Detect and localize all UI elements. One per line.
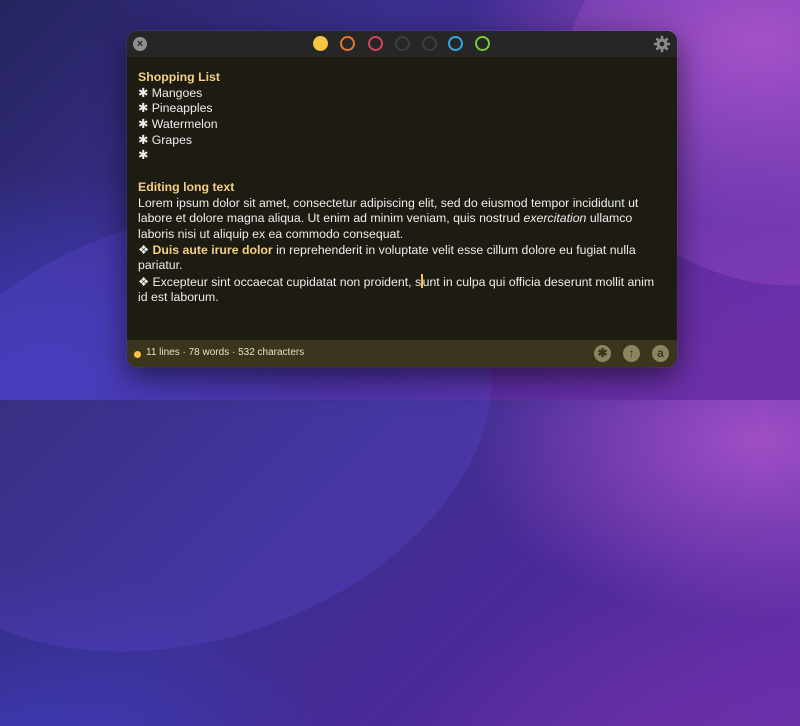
color-dot-orange[interactable] [340,36,355,51]
status-counts: 11 lines · 78 words · 532 characters [146,347,305,358]
note-window: × Shopping List ✱ Mangoes ✱ Pineapples ✱… [127,31,677,367]
paragraph-text: labore et dolore magna aliqua. Ut enim a… [138,211,521,226]
bullet-icon: ✱ [138,148,149,163]
paragraph-text: unt in culpa qui officia deserunt mollit… [422,274,655,289]
note-editor[interactable]: Shopping List ✱ Mangoes ✱ Pineapples ✱ W… [138,70,663,305]
bold-text: Duis aute irure dolor [152,242,273,257]
status-color-dot [134,351,141,358]
list-item-label: Watermelon [151,117,218,132]
status-bar: 11 lines · 78 words · 532 characters ✱ ↑… [127,340,677,367]
color-dot-dark-gray[interactable] [395,36,410,51]
paragraph-line: ❖ Excepteur sint occaecat cupidatat non … [138,273,663,290]
list-item-label: Mangoes [151,85,203,100]
paragraph-line: ❖ Duis aute irure dolor in reprehenderit… [138,243,663,259]
color-dot-green[interactable] [475,36,490,51]
list-item: ✱ [138,148,663,164]
italic-text: exercitation [523,211,587,226]
font-button[interactable]: a [652,345,669,362]
paragraph-line: id est laborum. [138,289,219,304]
color-dot-red[interactable] [368,36,383,51]
paragraph-line: labore et dolore magna aliqua. Ut enim a… [138,211,663,227]
bullet-icon: ✱ [138,117,149,132]
color-dot-yellow[interactable] [313,36,328,51]
paragraph-text: Excepteur sint occaecat cupidatat non pr… [152,274,422,289]
color-dot-dark-gray-2[interactable] [422,36,437,51]
diamond-icon: ❖ [138,242,150,257]
list-item-label: Grapes [151,132,193,147]
close-icon[interactable]: × [133,37,147,51]
editing-heading: Editing long text [138,179,235,194]
list-item: ✱ Watermelon [138,117,663,133]
share-button[interactable]: ↑ [623,345,640,362]
paragraph-line: Lorem ipsum dolor sit amet, consectetur … [138,195,639,210]
paragraph-text: ullamco [586,211,633,226]
gear-icon[interactable] [653,35,671,53]
paragraph-line: laboris nisi ut aliquip ex ea commodo co… [138,226,404,241]
bullet-icon: ✱ [138,101,149,116]
list-item: ✱ Mangoes [138,86,663,102]
bullet-icon: ✱ [138,85,149,100]
diamond-icon: ❖ [138,274,150,289]
list-item-label: Pineapples [151,101,213,116]
paragraph-line: pariatur. [138,258,183,273]
paragraph-text: in reprehenderit in voluptate velit esse… [272,242,636,257]
bullet-icon: ✱ [138,132,149,147]
bullet-button[interactable]: ✱ [594,345,611,362]
list-item: ✱ Grapes [138,133,663,149]
list-item: ✱ Pineapples [138,101,663,117]
color-dot-blue[interactable] [448,36,463,51]
title-bar: × [127,31,677,57]
shopping-list-heading: Shopping List [138,70,220,84]
